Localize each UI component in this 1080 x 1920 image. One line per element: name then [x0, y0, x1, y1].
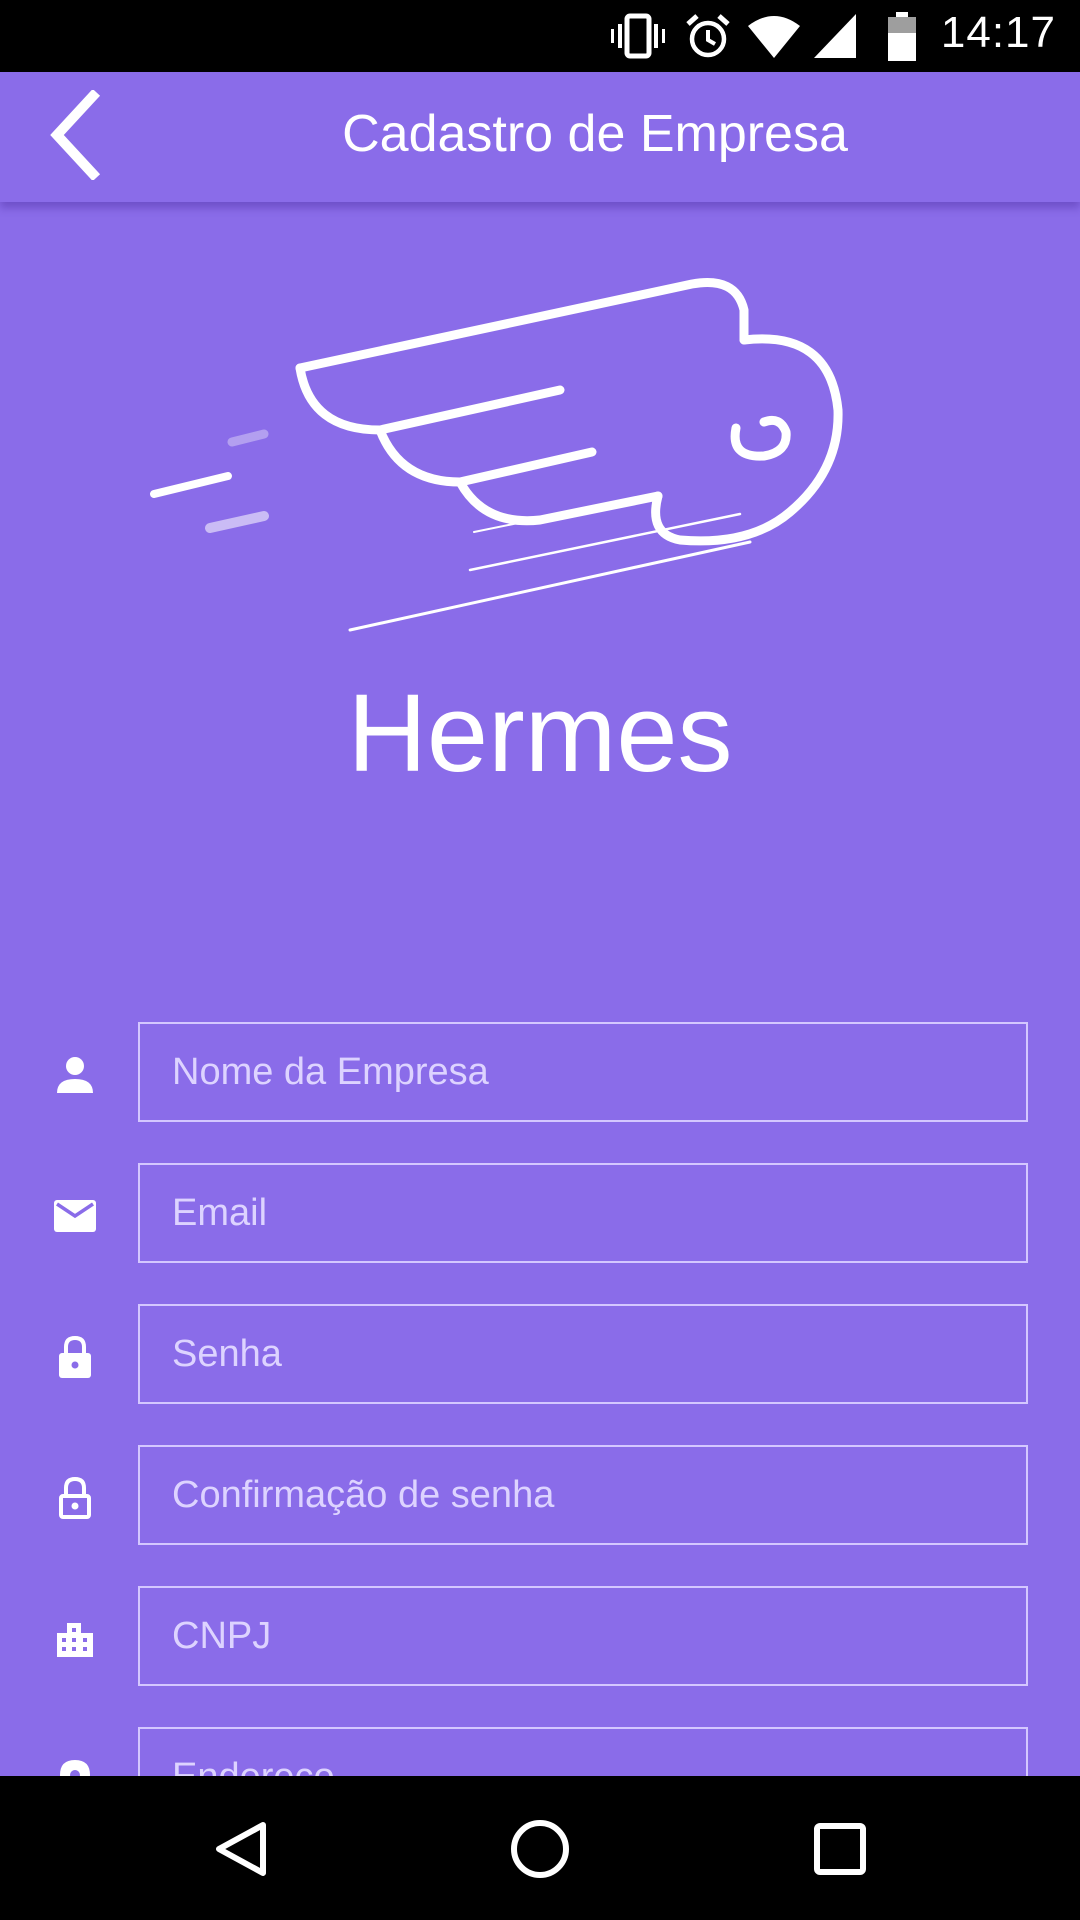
nav-home-button[interactable]: [495, 1806, 585, 1896]
brand-name: Hermes: [347, 672, 733, 795]
password-field[interactable]: [138, 1304, 1028, 1404]
back-triangle-icon: [211, 1819, 271, 1884]
signal-icon: [812, 12, 858, 65]
home-circle-icon: [509, 1818, 571, 1885]
vibrate-icon: [610, 12, 666, 65]
password-confirm-field[interactable]: [138, 1445, 1028, 1545]
building-icon: [50, 1614, 100, 1664]
form-row-password-confirm: [0, 1445, 1080, 1545]
mail-icon: [50, 1191, 100, 1241]
lock-open-icon: [50, 1473, 100, 1523]
email-field[interactable]: [138, 1163, 1028, 1263]
screen: 14:17 Cadastro de Empresa Hermes Nome da…: [0, 0, 1080, 1920]
form-row-email: [0, 1163, 1080, 1263]
cnpj-field[interactable]: [138, 1586, 1028, 1686]
alarm-icon: [684, 12, 732, 65]
app-bar: Cadastro de Empresa: [0, 72, 1080, 202]
form-row-company-name: [0, 1022, 1080, 1122]
nav-back-button[interactable]: [196, 1806, 286, 1896]
form-row-cnpj: [0, 1586, 1080, 1686]
form-row-password: [0, 1304, 1080, 1404]
company-name-input[interactable]: [138, 1022, 1028, 1122]
battery-icon: [886, 12, 918, 67]
page-title: Cadastro de Empresa: [342, 105, 848, 163]
navigation-bar: [0, 1776, 1080, 1920]
wifi-icon: [746, 12, 802, 65]
recents-square-icon: [812, 1821, 868, 1882]
status-time: 14:17: [940, 8, 1056, 57]
status-bar: 14:17: [0, 0, 1080, 72]
person-icon: [50, 1050, 100, 1100]
lock-icon: [50, 1332, 100, 1382]
nav-recents-button[interactable]: [795, 1806, 885, 1896]
winged-logo: [140, 270, 880, 650]
